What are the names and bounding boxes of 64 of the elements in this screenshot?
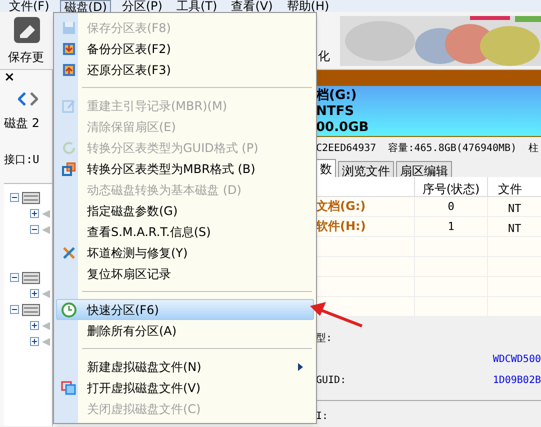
menu-item[interactable]: 坏道检测与修复(Y) bbox=[56, 242, 314, 263]
table-cell: 文档(G:) bbox=[316, 199, 366, 213]
tab[interactable]: 扇区编辑 bbox=[396, 161, 452, 177]
disk-capacity: 容量:465.8GB(476940MB) bbox=[388, 142, 517, 156]
hard-drive-icon bbox=[22, 192, 40, 204]
clock-icon bbox=[61, 302, 77, 318]
toolbar-label[interactable]: 化 bbox=[318, 46, 330, 64]
menu-bar-item[interactable]: 工具(T) bbox=[173, 0, 220, 12]
menu-item[interactable]: 指定磁盘参数(G) bbox=[56, 200, 314, 221]
detail-label: 型: bbox=[316, 332, 334, 346]
hard-drive-icon bbox=[22, 304, 40, 316]
menu-item[interactable]: 快速分区(F6) bbox=[56, 299, 314, 320]
upload-icon bbox=[62, 62, 76, 76]
menu-item[interactable]: 查看S.M.A.R.T.信息(S) bbox=[56, 221, 314, 242]
disk-label: 磁盘 2 bbox=[4, 115, 40, 132]
detail-label: I: bbox=[316, 411, 328, 422]
menu-bar-item[interactable]: 文件(F) bbox=[6, 0, 52, 12]
collapse-icon[interactable] bbox=[10, 305, 19, 314]
menu-item[interactable]: 转换分区表类型为MBR格式 (B) bbox=[56, 158, 314, 179]
interface-label: 接口:U bbox=[4, 152, 40, 168]
collapse-icon[interactable] bbox=[10, 273, 19, 282]
save-changes-button[interactable]: 保存更 bbox=[8, 15, 54, 66]
table-cell: NT bbox=[508, 222, 522, 235]
menu-item[interactable]: 打开虚拟磁盘文件(V) bbox=[56, 377, 314, 398]
disk-info-text: 柱 bbox=[528, 142, 539, 156]
disk-eraser-icon bbox=[12, 15, 42, 45]
hard-drive-icon bbox=[22, 272, 40, 284]
detail-value: 1D09B02B bbox=[492, 374, 541, 388]
partition-size: 00.0GB bbox=[316, 120, 370, 136]
expand-icon[interactable] bbox=[30, 337, 39, 346]
download-icon bbox=[62, 42, 76, 56]
edit-icon bbox=[62, 98, 76, 112]
collapse-icon[interactable] bbox=[10, 193, 19, 202]
tools-icon bbox=[62, 246, 76, 260]
annotation-arrow bbox=[308, 300, 364, 328]
table-cell: 软件(H:) bbox=[316, 219, 366, 233]
menu-item[interactable]: 删除所有分区(A) bbox=[56, 320, 314, 341]
partition-name: 档(G:) bbox=[316, 88, 358, 104]
tab[interactable]: 浏览文件 bbox=[338, 161, 394, 177]
tab[interactable]: 数 bbox=[316, 159, 336, 177]
collapse-icon[interactable] bbox=[30, 225, 39, 234]
detail-label: GUID: bbox=[316, 374, 346, 388]
disk-serial: C2EED64937 bbox=[316, 142, 376, 156]
expand-icon[interactable] bbox=[30, 321, 39, 330]
table-cell-text: 0 bbox=[448, 199, 454, 215]
menu-bar-item[interactable]: 查看(V) bbox=[228, 0, 276, 12]
menu-item[interactable]: 复位坏扇区记录 bbox=[56, 263, 314, 284]
expand-icon[interactable] bbox=[30, 289, 39, 298]
overlapping-squares-icon bbox=[62, 162, 76, 176]
close-button[interactable]: × bbox=[4, 70, 52, 86]
detail-value: WDCWD500 bbox=[492, 353, 541, 367]
refresh-icon bbox=[62, 140, 76, 154]
windows-icon bbox=[61, 380, 77, 394]
table-cell-text: 1 bbox=[448, 219, 454, 235]
menu-bar-item[interactable]: 分区(P) bbox=[118, 0, 166, 12]
menu-item[interactable]: 还原分区表(F3) bbox=[56, 59, 314, 80]
menu-item[interactable]: 新建虚拟磁盘文件(N) bbox=[56, 356, 314, 377]
column-header[interactable]: 文件 bbox=[488, 177, 522, 196]
menu-item[interactable]: 备份分区表(F2) bbox=[56, 38, 314, 59]
column-header[interactable]: 序号(状态) bbox=[415, 177, 488, 196]
expand-icon[interactable] bbox=[30, 209, 39, 218]
menu-bar-item[interactable]: 帮助(H) bbox=[284, 0, 332, 12]
table-cell: NT bbox=[508, 202, 522, 215]
partition-filesystem: NTFS bbox=[316, 104, 355, 120]
